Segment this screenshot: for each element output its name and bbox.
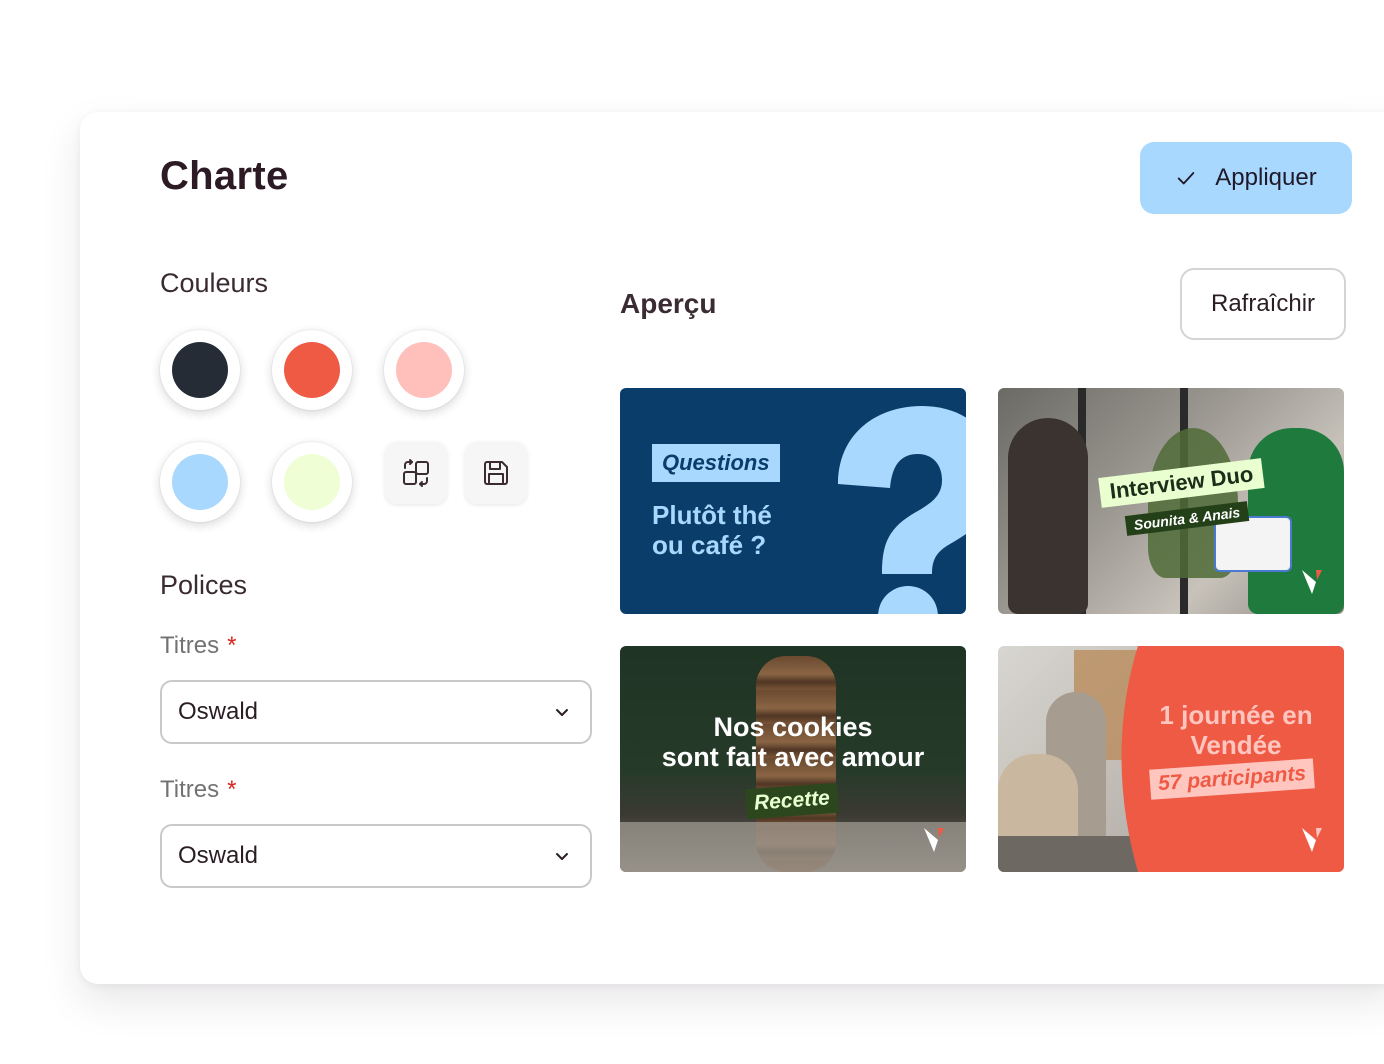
color-swatch-fill — [396, 342, 452, 398]
select-value: Oswald — [178, 842, 259, 869]
color-swatch-fill — [172, 342, 228, 398]
titles-font-label-1: Titres * — [160, 632, 236, 660]
tile-text-line: sont fait avec amour — [661, 742, 925, 772]
preview-tile-interview[interactable]: Interview Duo Sounita & Anais — [998, 388, 1344, 614]
color-swatch-2[interactable] — [272, 330, 352, 410]
save-icon — [484, 461, 508, 485]
tile-tag: Questions — [652, 444, 780, 482]
titles-font-select-1[interactable]: Oswald — [160, 680, 592, 744]
color-swatch-1[interactable] — [160, 330, 240, 410]
titles-font-label-2: Titres * — [160, 776, 236, 804]
brand-logo-icon — [924, 828, 944, 852]
photo-person-left — [1008, 418, 1088, 614]
tile-text-line: Plutôt thé — [652, 500, 772, 530]
preview-tile-vendee[interactable]: 1 journée en Vendée 57 participants — [998, 646, 1344, 872]
save-colors-button[interactable] — [465, 442, 527, 504]
page-title: Charte — [160, 154, 289, 198]
swap-icon — [403, 459, 429, 487]
photo-cloth — [620, 822, 966, 872]
tile-text-line: 1 journée en — [1159, 700, 1313, 730]
check-icon — [1178, 172, 1195, 185]
required-mark: * — [227, 776, 237, 803]
tile-text-line: ou café ? — [652, 530, 767, 560]
color-swatch-fill — [172, 454, 228, 510]
refresh-button[interactable]: Rafraîchir — [1180, 268, 1346, 340]
tile-text-line: Nos cookies — [713, 712, 873, 742]
color-swatch-5[interactable] — [272, 442, 352, 522]
brand-logo-icon — [1302, 828, 1322, 852]
preview-title: Aperçu — [620, 288, 717, 319]
color-swatch-fill — [284, 342, 340, 398]
chevron-down-icon — [556, 709, 568, 716]
color-swatch-4[interactable] — [160, 442, 240, 522]
required-mark: * — [227, 632, 237, 659]
fonts-section-label: Polices — [160, 570, 248, 600]
tile-tag: Recette — [745, 782, 839, 820]
colors-section-label: Couleurs — [160, 268, 269, 298]
tile-text: 1 journée en Vendée — [1148, 700, 1324, 760]
titles-font-select-2[interactable]: Oswald — [160, 824, 592, 888]
apply-button-label: Appliquer — [1215, 164, 1317, 191]
chevron-down-icon — [556, 853, 568, 860]
tile-text: Plutôt thé ou café ? — [652, 500, 842, 560]
brand-logo-icon — [1302, 570, 1322, 594]
field-label-text: Titres — [160, 776, 220, 803]
swap-colors-button[interactable] — [385, 442, 447, 504]
question-mark-graphic — [838, 406, 966, 614]
tile-text: Nos cookies sont fait avec amour — [620, 712, 966, 772]
preview-tile-cookies[interactable]: Nos cookies sont fait avec amour Recette — [620, 646, 966, 872]
select-value: Oswald — [178, 698, 259, 725]
preview-tile-questions[interactable]: Questions Plutôt thé ou café ? — [620, 388, 966, 614]
color-swatch-3[interactable] — [384, 330, 464, 410]
apply-button[interactable]: Appliquer — [1140, 142, 1352, 214]
photo-whiteboard — [1214, 516, 1292, 572]
color-swatch-fill — [284, 454, 340, 510]
field-label-text: Titres — [160, 632, 220, 659]
tile-text-line: Vendée — [1190, 730, 1282, 760]
